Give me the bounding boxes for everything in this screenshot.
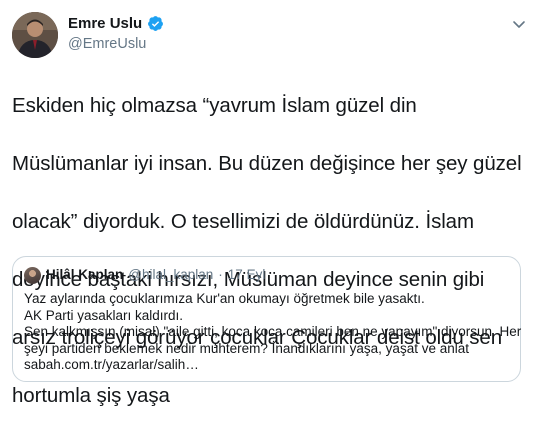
quoted-header: Hilâl Kaplan @hilal_kaplan · 17 Eyl [46,267,265,282]
quoted-avatar [24,267,41,284]
tweet-card: Emre Uslu @EmreUslu Eskiden hiç olmazsa … [0,0,544,407]
tweet-text-line: Müslümanlar iyi insan. Bu düzen değişinc… [12,152,522,175]
quoted-text-line: AK Parti yasakları kaldırdı. [24,307,184,323]
tweet-text: Eskiden hiç olmazsa “yavrum İslam güzel … [12,62,532,439]
avatar[interactable] [12,12,58,58]
verified-badge-icon [147,15,164,32]
quoted-date: 17 Eyl [227,267,266,282]
quoted-text-line: Yaz aylarında çocuklarımıza Kur'an okuma… [24,291,425,306]
tweet-text-line: Eskiden hiç olmazsa “yavrum İslam güzel … [12,94,417,117]
quoted-text-line: Sen kalkmışsın (misal) "aile gitti, koca… [24,324,522,339]
author-handle[interactable]: @EmreUslu [68,36,146,52]
quoted-handle: @hilal_kaplan [128,267,214,282]
quoted-separator: · [218,267,223,282]
tweet-text-line: olacak” diyorduk. O tesellimizi de öldür… [12,210,474,233]
quoted-text: Yaz aylarında çocuklarımıza Kur'an okuma… [24,291,522,374]
quoted-tweet[interactable]: Hilâl Kaplan @hilal_kaplan · 17 Eyl Yaz … [12,256,521,382]
author-name-row: Emre Uslu [68,15,164,32]
avatar-image [12,12,58,58]
author-display-name[interactable]: Emre Uslu [68,15,142,32]
quoted-text-line: şeyi partiden beklemek nedir muhterem? İ… [24,340,469,356]
chevron-down-icon[interactable] [510,15,528,33]
quoted-display-name: Hilâl Kaplan [46,267,124,282]
quoted-link[interactable]: sabah.com.tr/yazarlar/salih… [24,357,514,374]
